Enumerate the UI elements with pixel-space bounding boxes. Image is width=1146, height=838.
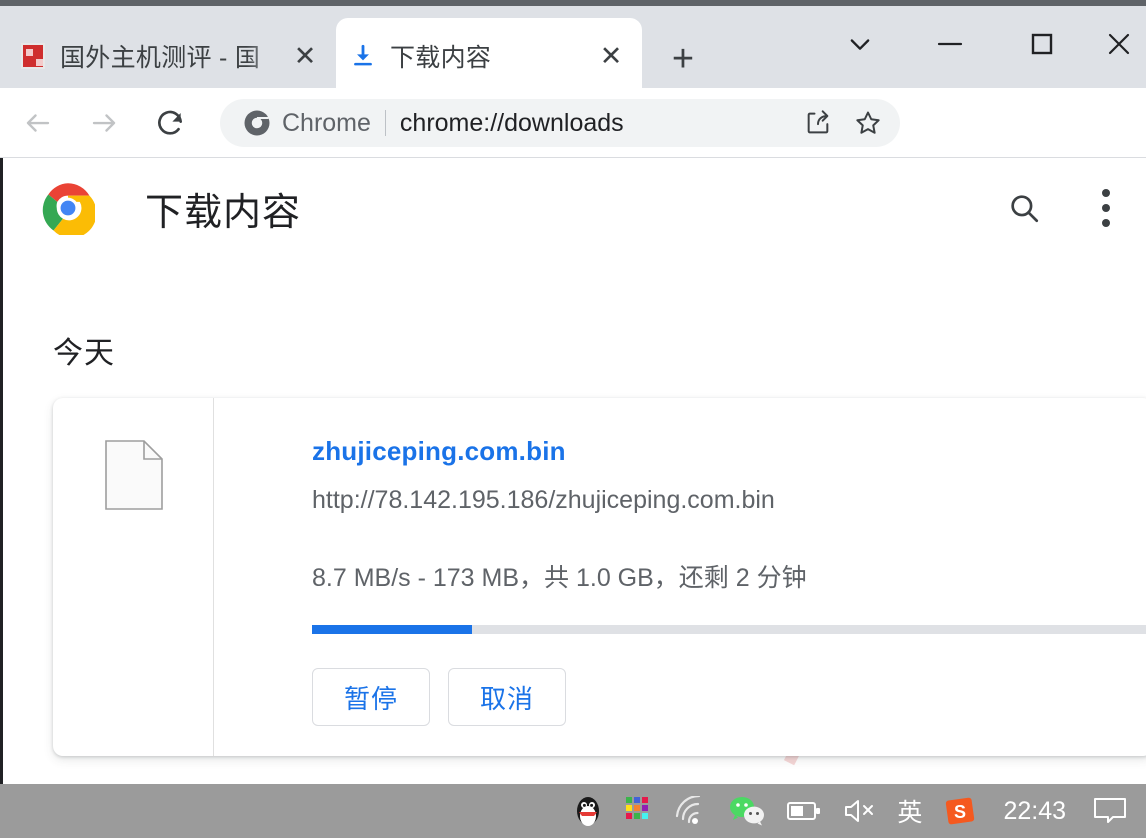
omnibox-divider: [384, 110, 386, 136]
tab-site[interactable]: 国外主机测评 - 国 ✕: [6, 18, 336, 94]
download-progress-bar: [312, 625, 1146, 634]
system-taskbar: 英 S 22:43: [0, 784, 1146, 838]
chrome-icon: [242, 108, 272, 138]
wechat-icon[interactable]: [718, 784, 776, 838]
share-icon[interactable]: [796, 101, 840, 145]
back-button[interactable]: [10, 95, 66, 151]
omnibox-chrome-label: Chrome: [282, 108, 371, 137]
download-progress-fill: [312, 625, 472, 634]
download-actions: 暂停 取消: [312, 668, 566, 726]
close-button[interactable]: [1092, 16, 1146, 72]
tab-strip: 国外主机测评 - 国 ✕ 下载内容 ✕ +: [0, 0, 1146, 94]
tab-search-button[interactable]: [822, 16, 898, 72]
download-file-link[interactable]: zhujiceping.com.bin: [312, 436, 566, 467]
tab-close-button[interactable]: ✕: [288, 39, 322, 73]
chrome-logo: [41, 181, 97, 239]
tab-downloads[interactable]: 下载内容 ✕: [336, 18, 642, 94]
ime-indicator[interactable]: 英: [886, 784, 933, 838]
kebab-dot: [1102, 219, 1110, 227]
cancel-button[interactable]: 取消: [448, 668, 566, 726]
wifi-icon[interactable]: [662, 784, 718, 838]
browser-window: 国外主机测评 - 国 ✕ 下载内容 ✕ + Chrome chrome://do…: [0, 0, 1146, 838]
search-icon[interactable]: [1000, 184, 1048, 232]
taskbar-clock[interactable]: 22:43: [987, 797, 1082, 826]
bookmark-star-icon[interactable]: [846, 101, 890, 145]
download-item-card: zhujiceping.com.bin http://78.142.195.18…: [53, 398, 1146, 756]
kebab-dot: [1102, 204, 1110, 212]
browser-toolbar: Chrome chrome://downloads: [0, 88, 1146, 226]
speaker-muted-icon[interactable]: [832, 784, 886, 838]
downloads-menu-button[interactable]: [1082, 184, 1130, 232]
address-bar[interactable]: Chrome chrome://downloads: [220, 99, 900, 147]
tab-close-button[interactable]: ✕: [594, 39, 628, 73]
download-item-body: zhujiceping.com.bin http://78.142.195.18…: [262, 398, 1146, 756]
sogou-input-icon[interactable]: S: [933, 784, 987, 838]
card-divider: [213, 398, 214, 756]
tab-title: 国外主机测评 - 国: [60, 44, 261, 72]
tab-title: 下载内容: [390, 44, 492, 72]
forward-button[interactable]: [76, 95, 132, 151]
omnibox-url: chrome://downloads: [399, 108, 624, 137]
pause-button[interactable]: 暂停: [312, 668, 430, 726]
svg-text:S: S: [954, 802, 966, 822]
generic-file-icon: [105, 440, 163, 515]
page-title: 下载内容: [145, 191, 302, 234]
minimize-button[interactable]: [912, 16, 988, 72]
downloads-header: 下载内容: [3, 158, 1146, 258]
app-grid-icon[interactable]: [614, 784, 662, 838]
download-status-text: 8.7 MB/s - 173 MB，共 1.0 GB，还剩 2 分钟: [312, 564, 807, 592]
notification-icon[interactable]: [1082, 784, 1138, 838]
download-source-url: http://78.142.195.186/zhujiceping.com.bi…: [312, 486, 775, 514]
new-tab-button[interactable]: +: [660, 36, 706, 82]
kebab-dot: [1102, 189, 1110, 197]
download-icon: [350, 43, 376, 69]
downloads-header-actions: [1000, 184, 1130, 232]
reload-button[interactable]: [142, 95, 198, 151]
downloads-page: 下载内容 zhujiceping.com 今天: [0, 158, 1146, 784]
battery-icon[interactable]: [776, 784, 832, 838]
site-favicon-icon: [20, 43, 46, 69]
downloads-section-date: 今天: [53, 337, 115, 370]
qq-icon[interactable]: [562, 784, 614, 838]
maximize-button[interactable]: [1004, 16, 1080, 72]
